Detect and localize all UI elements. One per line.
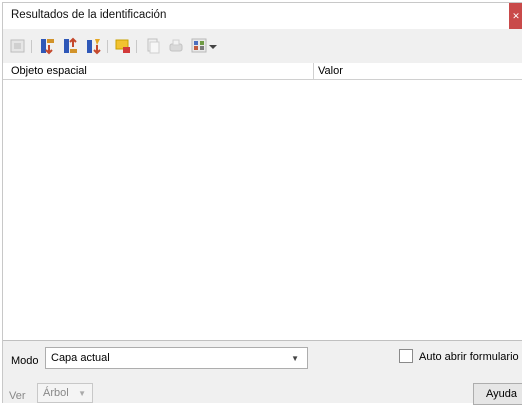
toolbar bbox=[3, 29, 522, 63]
results-table-header: Objeto espacial Valor bbox=[3, 63, 522, 80]
column-divider[interactable] bbox=[313, 63, 314, 79]
mode-select[interactable]: Capa actual ▼ bbox=[45, 347, 308, 369]
window-title: Resultados de la identificación bbox=[11, 9, 167, 21]
collapse-all-icon[interactable] bbox=[62, 37, 80, 55]
expand-new-icon[interactable] bbox=[85, 37, 103, 55]
toolbar-separator bbox=[136, 40, 137, 53]
results-tree[interactable] bbox=[3, 79, 522, 341]
view-select[interactable]: Árbol ▼ bbox=[37, 383, 93, 403]
copy-icon[interactable] bbox=[144, 37, 162, 55]
identify-options-icon[interactable] bbox=[190, 37, 208, 55]
chevron-down-icon: ▼ bbox=[78, 389, 86, 398]
chevron-down-icon: ▼ bbox=[291, 354, 299, 363]
view-select-value: Árbol bbox=[43, 387, 69, 399]
identify-results-panel: Resultados de la identificación ✕ Objeto… bbox=[2, 2, 522, 405]
mode-label: Modo bbox=[11, 355, 39, 367]
auto-open-form-checkbox[interactable] bbox=[399, 349, 413, 363]
close-button[interactable]: ✕ bbox=[509, 3, 522, 29]
help-button-label: Ayuda bbox=[486, 388, 517, 400]
help-button[interactable]: Ayuda bbox=[473, 383, 522, 405]
mode-select-value: Capa actual bbox=[51, 352, 110, 364]
toolbar-separator bbox=[107, 40, 108, 53]
column-header-feature[interactable]: Objeto espacial bbox=[11, 65, 87, 77]
view-label: Ver bbox=[9, 390, 26, 402]
select-features-icon[interactable] bbox=[114, 37, 132, 55]
expand-icon[interactable] bbox=[9, 37, 27, 55]
toolbar-separator bbox=[31, 40, 32, 53]
expand-all-icon[interactable] bbox=[39, 37, 57, 55]
dropdown-arrow-icon[interactable] bbox=[208, 37, 218, 55]
auto-open-form-label[interactable]: Auto abrir formulario bbox=[419, 351, 519, 363]
title-bar: Resultados de la identificación ✕ bbox=[3, 3, 522, 29]
print-icon[interactable] bbox=[167, 37, 185, 55]
column-header-value[interactable]: Valor bbox=[318, 65, 343, 77]
